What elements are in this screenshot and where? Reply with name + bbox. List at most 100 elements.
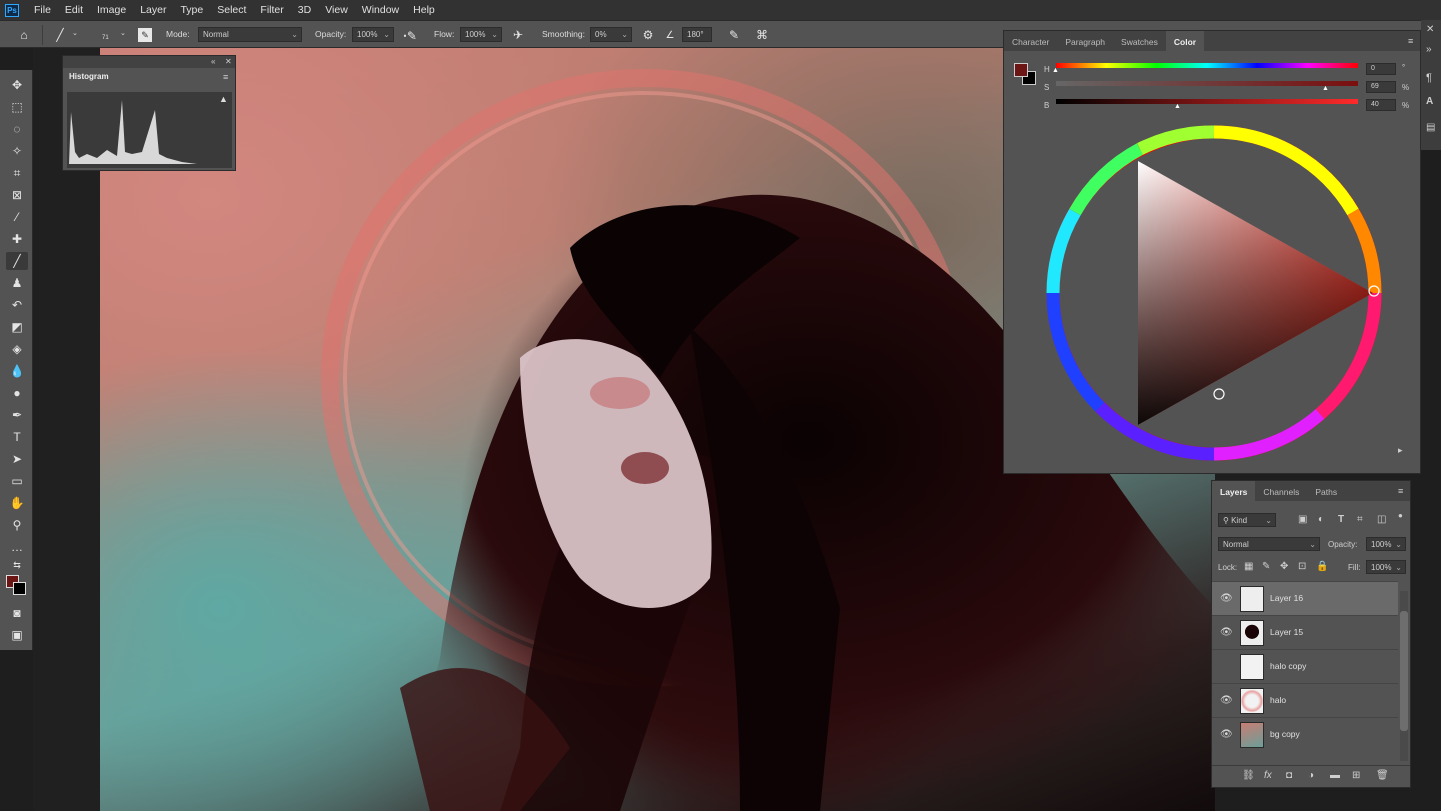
foreground-color-chip[interactable] — [1014, 63, 1028, 77]
lock-all-icon[interactable]: 🔒 — [1316, 561, 1328, 572]
menu-type[interactable]: Type — [173, 4, 210, 16]
color-wheel[interactable] — [1040, 119, 1390, 469]
filter-toggle-icon[interactable]: ● — [1398, 511, 1403, 520]
visibility-eye-icon[interactable]: 👁 — [1220, 695, 1233, 707]
filter-smart-object-icon[interactable]: ◫ — [1377, 514, 1386, 525]
hue-slider-handle[interactable]: ▲ — [1052, 67, 1059, 74]
tab-paths[interactable]: Paths — [1307, 481, 1345, 501]
adjustment-layer-icon[interactable]: ◑ — [1308, 770, 1314, 781]
lock-position-icon[interactable]: ✥ — [1280, 561, 1288, 572]
healing-brush-tool-icon[interactable]: ✚ — [6, 230, 28, 248]
panel-menu-icon[interactable]: ≡ — [223, 72, 228, 82]
angle-field[interactable]: 180° — [682, 27, 712, 42]
opacity-field[interactable]: 100% ⌄ — [352, 27, 394, 42]
symmetry-icon[interactable]: ⌘ — [754, 27, 770, 43]
layer-row-halo[interactable]: 👁 halo — [1212, 683, 1398, 717]
type-tool-icon[interactable]: T — [6, 428, 28, 446]
brush-tool-icon[interactable]: ╱ — [6, 252, 28, 270]
tab-character[interactable]: Character — [1004, 31, 1057, 51]
menu-help[interactable]: Help — [406, 4, 442, 16]
blur-tool-icon[interactable]: 💧 — [6, 362, 28, 380]
tab-channels[interactable]: Channels — [1255, 481, 1307, 501]
path-selection-tool-icon[interactable]: ➤ — [6, 450, 28, 468]
brightness-field[interactable]: 40 — [1366, 99, 1396, 111]
pen-tool-icon[interactable]: ✒ — [6, 406, 28, 424]
home-icon[interactable]: ⌂ — [16, 27, 32, 43]
saturation-field[interactable]: 69 — [1366, 81, 1396, 93]
new-layer-icon[interactable]: ⊞ — [1352, 770, 1360, 781]
tab-color[interactable]: Color — [1165, 31, 1205, 51]
filter-shape-icon[interactable]: ⌗ — [1357, 514, 1363, 525]
menu-select[interactable]: Select — [210, 4, 253, 16]
brightness-slider[interactable] — [1056, 99, 1358, 104]
smoothing-field[interactable]: 0% ⌄ — [590, 27, 632, 42]
paragraph-icon[interactable]: ¶ — [1426, 72, 1432, 84]
panel-menu-icon[interactable]: ≡ — [1408, 36, 1413, 46]
tab-layers[interactable]: Layers — [1212, 481, 1256, 501]
lasso-tool-icon[interactable]: ◌ — [6, 120, 28, 138]
filter-pixel-icon[interactable]: ▣ — [1298, 514, 1307, 525]
eraser-tool-icon[interactable]: ◩ — [6, 318, 28, 336]
properties-icon[interactable]: ▤ — [1426, 122, 1435, 133]
marquee-tool-icon[interactable]: ⬚ — [6, 98, 28, 116]
lock-artboard-icon[interactable]: ⊡ — [1298, 561, 1306, 572]
menu-image[interactable]: Image — [90, 4, 133, 16]
menu-file[interactable]: File — [27, 4, 58, 16]
fill-field[interactable]: 100% ⌄ — [1366, 560, 1406, 574]
menu-edit[interactable]: Edit — [58, 4, 90, 16]
layer-opacity-field[interactable]: 100% ⌄ — [1366, 537, 1406, 551]
zoom-tool-icon[interactable]: ⚲ — [6, 516, 28, 534]
frame-tool-icon[interactable]: ⊠ — [6, 186, 28, 204]
layer-row-bg-copy[interactable]: 👁 bg copy — [1212, 717, 1398, 751]
close-icon[interactable]: ✕ — [1426, 24, 1434, 35]
layer-filter-select[interactable]: ⚲ Kind ⌄ — [1218, 513, 1276, 527]
crop-tool-icon[interactable]: ⌗ — [6, 164, 28, 182]
new-group-folder-icon[interactable]: ▬ — [1330, 770, 1340, 781]
tab-paragraph[interactable]: Paragraph — [1057, 31, 1113, 51]
menu-window[interactable]: Window — [355, 4, 406, 16]
visibility-hidden-slot[interactable]: ▢ — [1220, 661, 1232, 673]
brush-panel-chevron-icon[interactable]: ⌄ — [120, 29, 126, 37]
layer-style-fx-icon[interactable]: fx — [1264, 770, 1272, 781]
link-layers-icon[interactable]: ⛓ — [1242, 770, 1255, 781]
screen-mode-icon[interactable]: ▣ — [6, 626, 28, 644]
collapse-icon[interactable]: « — [211, 57, 215, 66]
delete-layer-trash-icon[interactable]: 🗑 — [1376, 770, 1389, 781]
menu-3d[interactable]: 3D — [291, 4, 318, 16]
blend-mode-select[interactable]: Normal ⌄ — [1218, 537, 1320, 551]
collapse-icon[interactable]: » — [1426, 44, 1432, 55]
layer-row-layer-15[interactable]: 👁 Layer 15 — [1212, 615, 1398, 649]
menu-filter[interactable]: Filter — [253, 4, 290, 16]
clone-stamp-tool-icon[interactable]: ♟ — [6, 274, 28, 292]
menu-view[interactable]: View — [318, 4, 355, 16]
layers-scrollbar[interactable] — [1400, 591, 1408, 761]
brightness-slider-handle[interactable]: ▲ — [1174, 103, 1181, 110]
panel-menu-icon[interactable]: ≡ — [1398, 486, 1403, 496]
airbrush-icon[interactable]: ✈ — [510, 27, 526, 43]
brush-preset-chevron-icon[interactable]: ⌄ — [72, 29, 78, 37]
brush-preset-icon[interactable]: ╱ — [52, 27, 68, 43]
visibility-eye-icon[interactable]: 👁 — [1220, 729, 1233, 741]
scrollbar-thumb[interactable] — [1400, 611, 1408, 731]
lock-pixels-icon[interactable]: ✎ — [1262, 561, 1270, 572]
pressure-opacity-icon[interactable]: ꞏ✎ — [402, 27, 418, 43]
brush-settings-icon[interactable]: ✎ — [138, 28, 152, 42]
layer-row-layer-16[interactable]: 👁 Layer 16 — [1212, 581, 1398, 615]
panel-expand-icon[interactable]: ▸ — [1398, 445, 1403, 456]
hue-field[interactable]: 0 — [1366, 63, 1396, 75]
paint-bucket-tool-icon[interactable]: ◈ — [6, 340, 28, 358]
flow-field[interactable]: 100% ⌄ — [460, 27, 502, 42]
hand-tool-icon[interactable]: ✋ — [6, 494, 28, 512]
visibility-eye-icon[interactable]: 👁 — [1220, 593, 1233, 605]
move-tool-icon[interactable]: ✥ — [6, 76, 28, 94]
pressure-size-icon[interactable]: ✎ — [726, 27, 742, 43]
rectangle-tool-icon[interactable]: ▭ — [6, 472, 28, 490]
menu-layer[interactable]: Layer — [133, 4, 173, 16]
warning-icon[interactable]: ▲ — [219, 94, 228, 104]
layer-row-halo-copy[interactable]: ▢ halo copy — [1212, 649, 1398, 683]
saturation-slider-handle[interactable]: ▲ — [1322, 85, 1329, 92]
close-icon[interactable]: ✕ — [225, 57, 232, 66]
mode-select[interactable]: Normal ⌄ — [198, 27, 302, 42]
filter-type-icon[interactable]: T — [1338, 514, 1344, 525]
hue-slider[interactable] — [1056, 63, 1358, 68]
